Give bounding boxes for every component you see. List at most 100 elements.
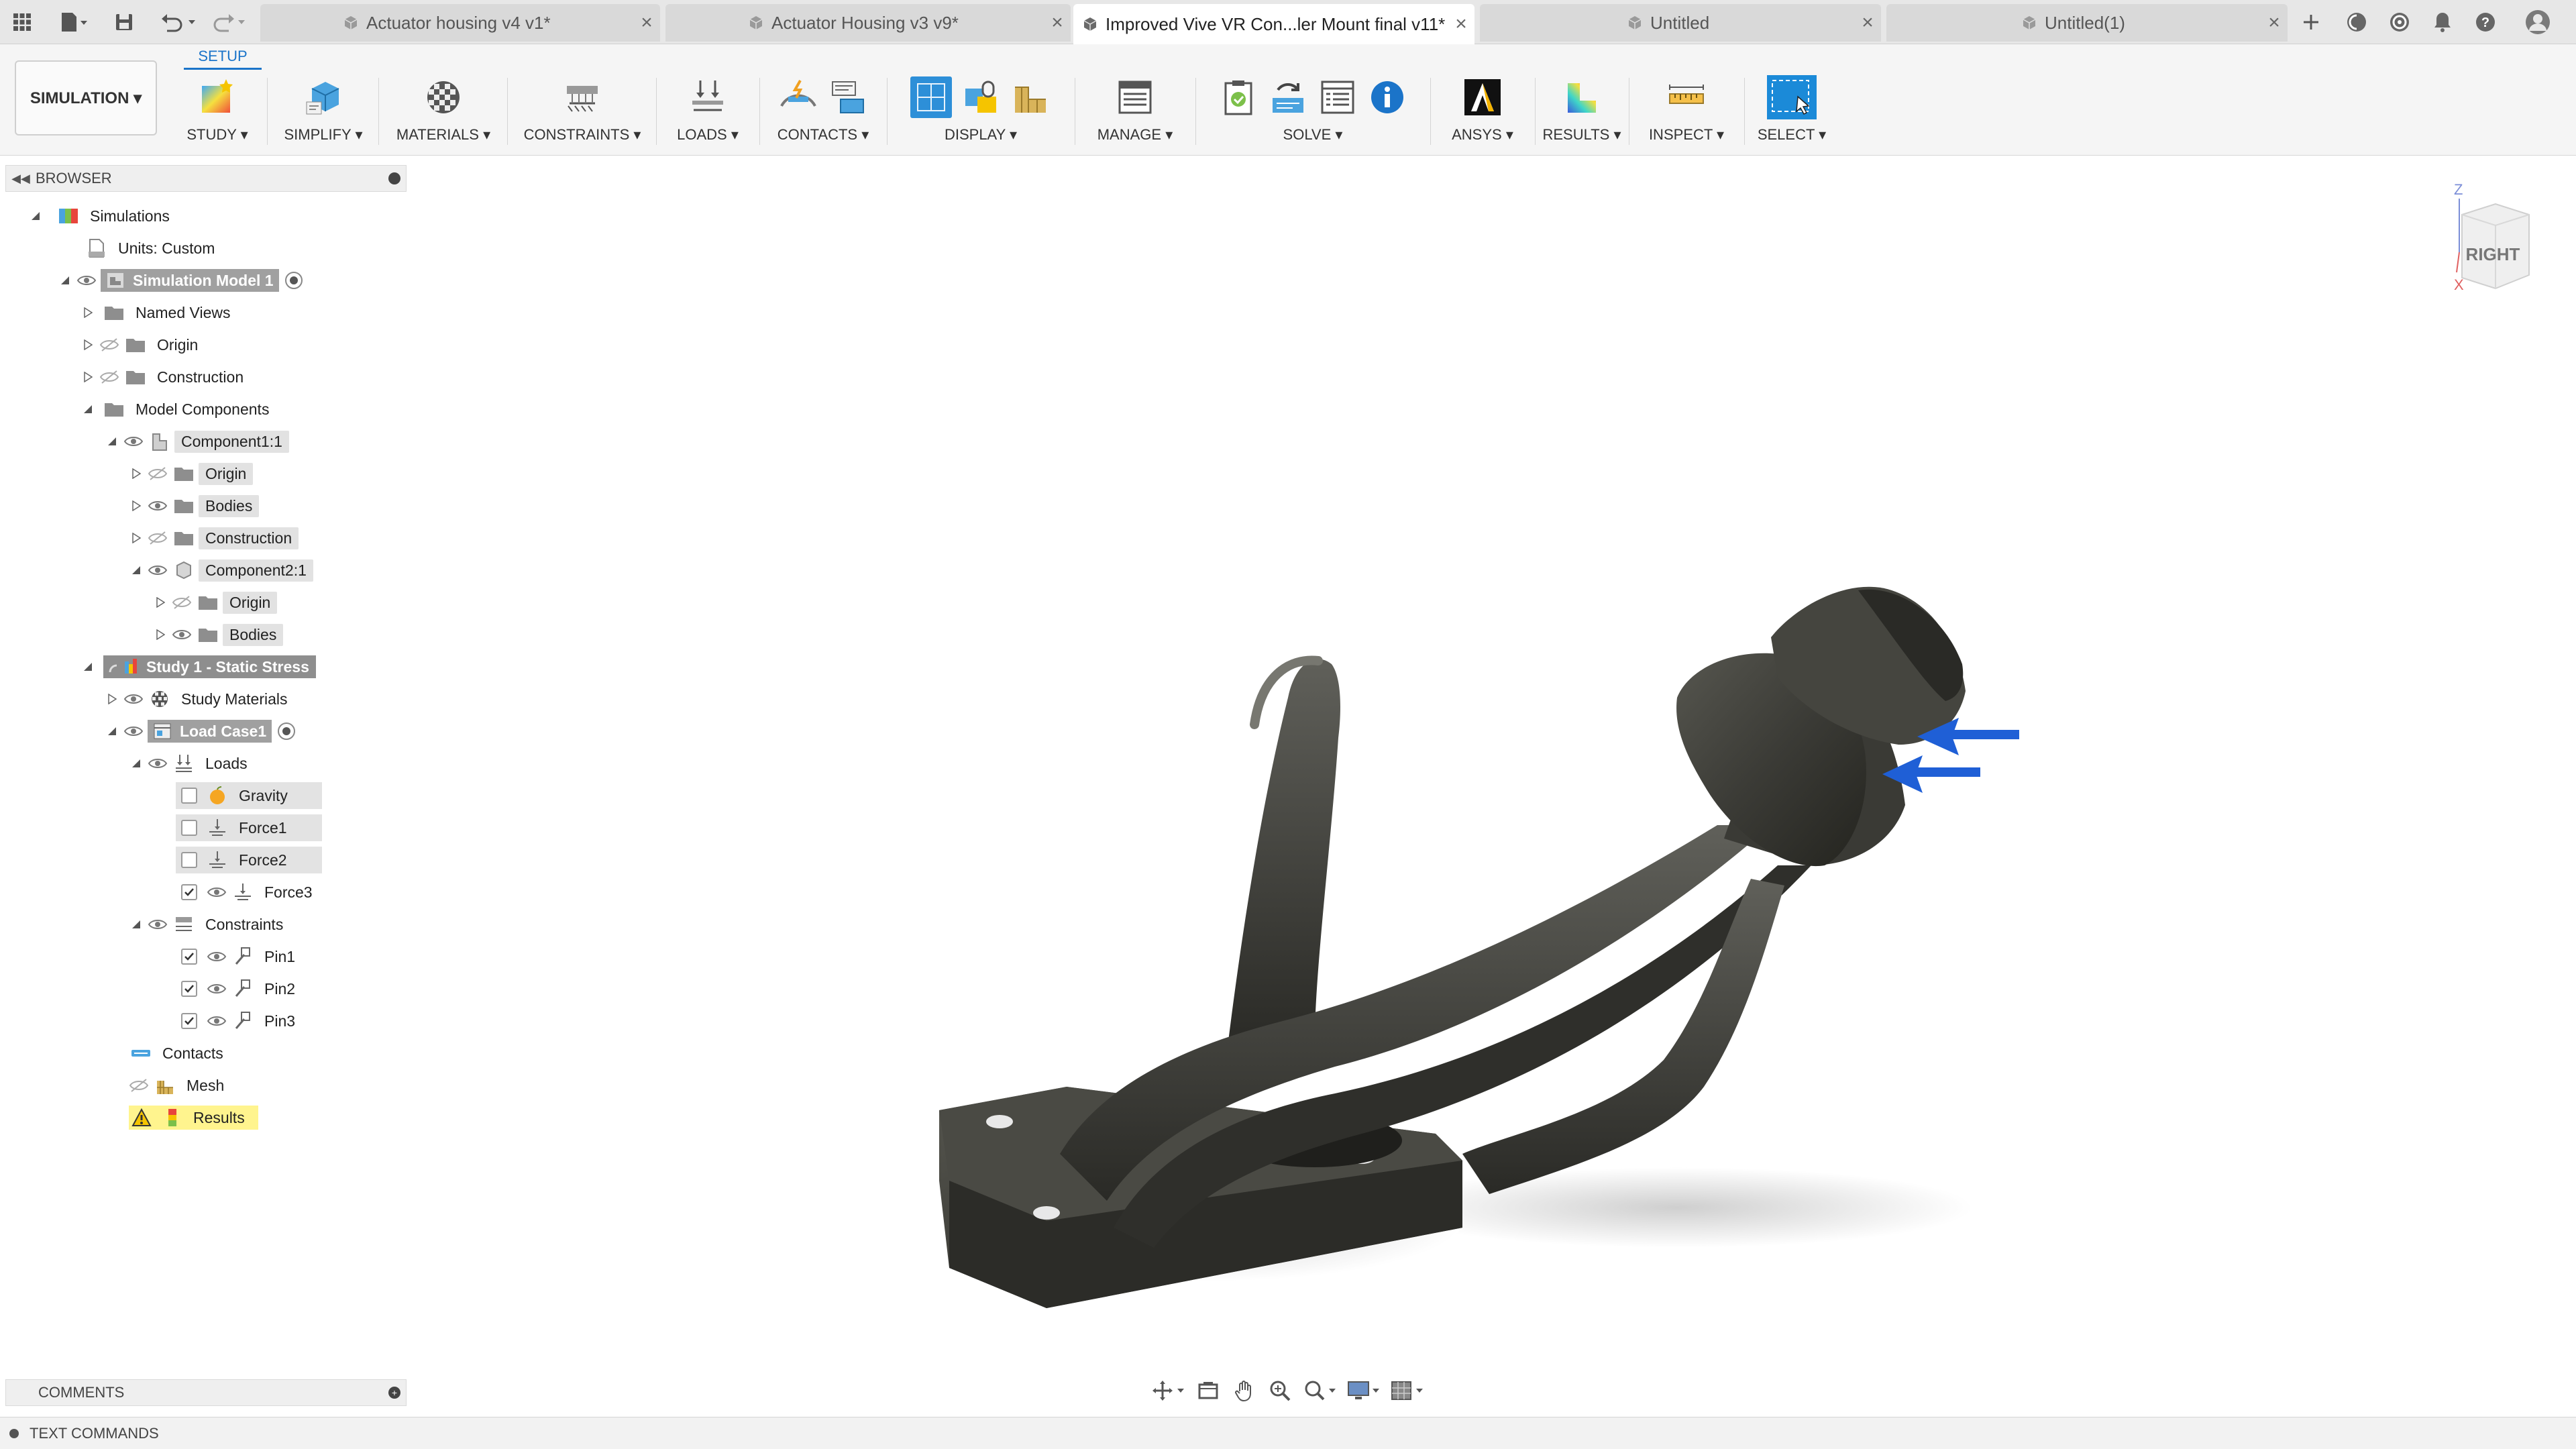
constraints-group[interactable]: CONSTRAINTS ▾ [517, 74, 648, 149]
expanded-toggle-icon[interactable] [80, 402, 95, 417]
info-icon[interactable] [1366, 76, 1408, 118]
solve-group[interactable]: SOLVE ▾ [1203, 74, 1422, 149]
hidden-eye-icon[interactable] [129, 1078, 149, 1093]
tree-node-pin3[interactable]: Pin3 [176, 1008, 302, 1034]
simplify-icon[interactable] [303, 76, 344, 118]
tree-node-simulations[interactable]: Simulations [28, 203, 176, 229]
expanded-toggle-icon[interactable] [129, 756, 144, 771]
structural-constraints-icon[interactable] [561, 76, 603, 118]
hidden-eye-icon[interactable] [148, 531, 168, 545]
tree-node-simulation-model[interactable]: Simulation Model 1 [58, 267, 305, 294]
text-commands-toggle-icon[interactable] [9, 1428, 19, 1438]
look-at-icon[interactable] [1192, 1377, 1224, 1404]
tree-node-construction[interactable]: Construction [80, 364, 250, 390]
tree-node-mesh[interactable]: Mesh [129, 1072, 231, 1099]
tree-node-component1[interactable]: Component1:1 [105, 428, 289, 455]
tree-node-force3[interactable]: Force3 [176, 879, 319, 906]
close-icon[interactable]: × [1044, 11, 1071, 34]
ansys-group[interactable]: ANSYS ▾ [1438, 74, 1527, 149]
grid-snaps-icon[interactable] [1388, 1377, 1428, 1404]
add-comment-icon[interactable]: + [388, 1387, 400, 1399]
expanded-toggle-icon[interactable] [129, 563, 144, 578]
hidden-eye-icon[interactable] [99, 370, 119, 384]
tree-node-study-materials[interactable]: Study Materials [105, 686, 294, 712]
select-group[interactable]: SELECT ▾ [1752, 74, 1831, 149]
collapsed-toggle-icon[interactable] [80, 337, 95, 352]
tree-node-results[interactable]: Results [129, 1104, 258, 1131]
view-cube[interactable]: Z X RIGHT [2435, 174, 2536, 309]
collapsed-toggle-icon[interactable] [105, 692, 119, 706]
visibility-eye-icon[interactable] [123, 724, 144, 739]
measure-icon[interactable] [1666, 76, 1707, 118]
close-icon[interactable]: × [1448, 13, 1474, 36]
tree-node-origin[interactable]: Origin [80, 331, 205, 358]
visibility-eye-icon[interactable] [207, 1014, 227, 1028]
app-grid-icon[interactable] [5, 5, 39, 39]
tree-node-study[interactable]: Study 1 - Static Stress [80, 653, 316, 680]
visibility-eye-icon[interactable] [207, 885, 227, 900]
pre-check-icon[interactable] [1218, 76, 1259, 118]
display-group[interactable]: DISPLAY ▾ [895, 74, 1067, 149]
expanded-toggle-icon[interactable] [80, 659, 95, 674]
checkbox-checked[interactable] [181, 949, 197, 965]
close-icon[interactable]: × [1854, 11, 1881, 34]
visibility-eye-icon[interactable] [76, 273, 97, 288]
visibility-eye-icon[interactable] [148, 498, 168, 513]
activate-radio-icon[interactable] [276, 720, 297, 742]
visibility-eye-icon[interactable] [207, 981, 227, 996]
component-colors-icon[interactable] [1010, 76, 1051, 118]
display-settings-icon[interactable] [1344, 1377, 1383, 1404]
fit-icon[interactable] [1300, 1377, 1340, 1404]
structural-loads-icon[interactable] [687, 76, 729, 118]
task-manager-icon[interactable] [1317, 76, 1358, 118]
materials-group[interactable]: MATERIALS ▾ [388, 74, 499, 149]
tree-node-named-views[interactable]: Named Views [80, 299, 237, 326]
extensions-icon[interactable] [2341, 7, 2372, 38]
manage-group[interactable]: MANAGE ▾ [1083, 74, 1187, 149]
tree-node-force1[interactable]: Force1 [176, 814, 322, 841]
checkbox-unchecked[interactable] [181, 852, 197, 868]
automatic-contacts-icon[interactable] [777, 76, 819, 118]
tree-node-bodies[interactable]: Bodies [153, 621, 284, 648]
view-cube-face-label[interactable]: RIGHT [2466, 244, 2520, 264]
window-select-icon[interactable] [1766, 74, 1818, 121]
results-contour-icon[interactable] [1561, 76, 1603, 118]
orbit-icon[interactable] [1148, 1377, 1188, 1404]
collapse-panel-icon[interactable]: ◀◀ [6, 172, 36, 186]
visibility-eye-icon[interactable] [123, 434, 144, 449]
inspect-group[interactable]: INSPECT ▾ [1637, 74, 1736, 149]
manage-contacts-icon[interactable] [827, 76, 869, 118]
ansys-logo-icon[interactable] [1462, 76, 1503, 118]
tree-node-pin2[interactable]: Pin2 [176, 975, 302, 1002]
expanded-toggle-icon[interactable] [28, 209, 43, 223]
expanded-toggle-icon[interactable] [105, 724, 119, 739]
expanded-toggle-icon[interactable] [105, 434, 119, 449]
collapsed-toggle-icon[interactable] [80, 305, 95, 320]
visibility-eye-icon[interactable] [148, 563, 168, 578]
tree-node-constraints[interactable]: Constraints [129, 911, 290, 938]
new-study-icon[interactable] [197, 76, 238, 118]
tree-node-units[interactable]: Units: Custom [80, 235, 221, 262]
comments-panel-header[interactable]: COMMENTS + [5, 1379, 407, 1406]
contacts-group[interactable]: CONTACTS ▾ [767, 74, 879, 149]
notifications-icon[interactable] [2427, 7, 2458, 38]
visibility-eye-icon[interactable] [148, 756, 168, 771]
pan-icon[interactable] [1228, 1377, 1260, 1404]
file-menu-icon[interactable] [54, 5, 94, 39]
settings-sheet-icon[interactable] [1114, 76, 1156, 118]
tree-node-component2[interactable]: Component2:1 [129, 557, 313, 584]
study-group[interactable]: STUDY ▾ [176, 74, 259, 149]
collapsed-toggle-icon[interactable] [80, 370, 95, 384]
new-tab-icon[interactable] [2296, 7, 2326, 38]
tree-node-origin[interactable]: Origin [129, 460, 254, 487]
tree-node-origin[interactable]: Origin [153, 589, 278, 616]
document-tab[interactable]: Untitled × [1480, 4, 1881, 42]
visibility-eye-icon[interactable] [172, 627, 192, 642]
tree-node-loads[interactable]: Loads [129, 750, 254, 777]
checkbox-checked[interactable] [181, 981, 197, 997]
document-tab[interactable]: Actuator housing v4 v1* × [260, 4, 660, 42]
tree-node-pin1[interactable]: Pin1 [176, 943, 302, 970]
document-tab-active[interactable]: Improved Vive VR Con...ler Mount final v… [1073, 4, 1474, 44]
expanded-toggle-icon[interactable] [129, 917, 144, 932]
display-settings-active-icon[interactable] [910, 76, 952, 118]
